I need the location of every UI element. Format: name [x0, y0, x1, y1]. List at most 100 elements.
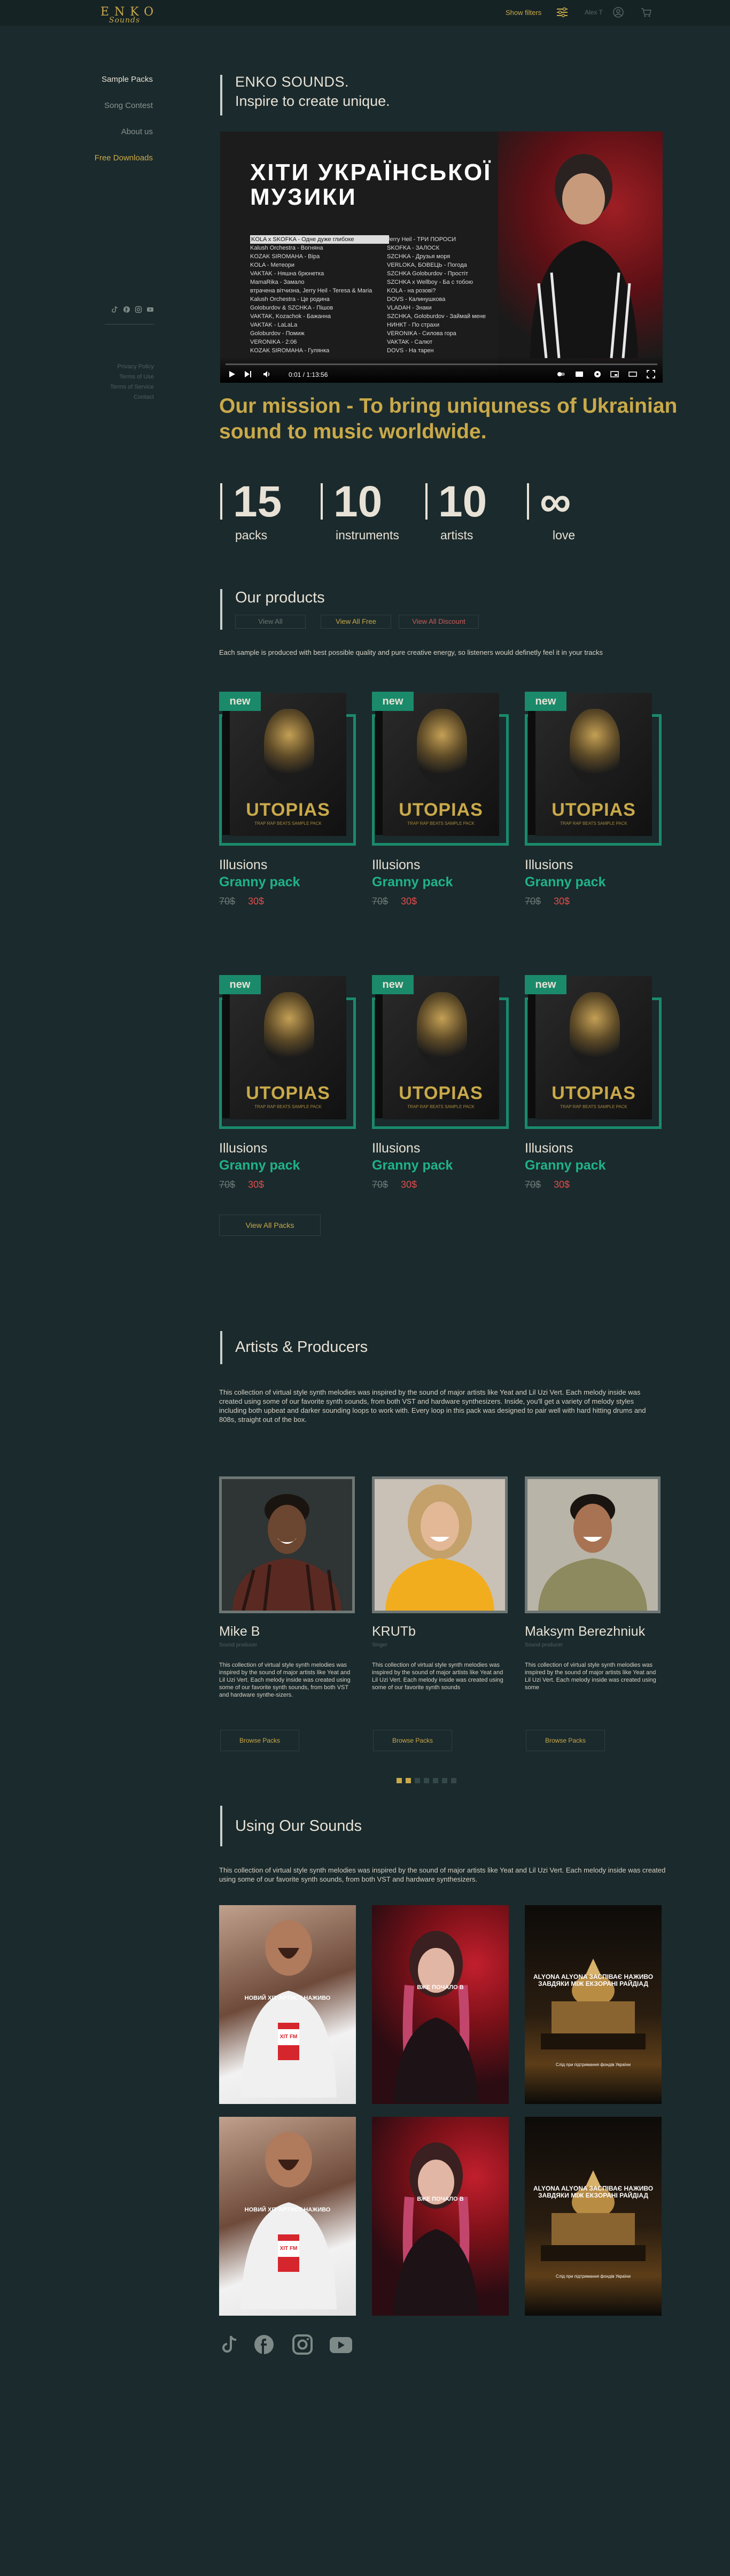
- youtube-icon[interactable]: [146, 306, 154, 313]
- sidebar-item-free-downloads[interactable]: Free Downloads: [0, 153, 153, 163]
- usage-video[interactable]: ВЖЕ ПОЧАЛО В: [372, 1905, 509, 2104]
- product-card[interactable]: UTOPIAS TRAP RAP BEATS SAMPLE PACK new Illu…: [372, 677, 509, 928]
- sidebar-social: [106, 306, 154, 318]
- product-name[interactable]: Illusions: [219, 1141, 267, 1156]
- pack-cover[interactable]: UTOPIAS TRAP RAP BEATS SAMPLE PACK: [375, 693, 499, 836]
- sidebar-item-sample-packs[interactable]: Sample Packs: [0, 75, 153, 84]
- product-card[interactable]: UTOPIAS TRAP RAP BEATS SAMPLE PACK new Illu…: [525, 677, 662, 928]
- pack-cover[interactable]: UTOPIAS TRAP RAP BEATS SAMPLE PACK: [375, 976, 499, 1119]
- product-name[interactable]: Illusions: [525, 1141, 573, 1156]
- product-name[interactable]: Illusions: [372, 1141, 420, 1156]
- track-line: SZCHKA Goloburdov - Простіт: [387, 270, 468, 277]
- singer-figure: [240, 1920, 337, 2098]
- artist-photo[interactable]: [525, 1476, 661, 1613]
- track-line: SZCHKA - Друзья моря: [387, 253, 451, 260]
- artist-photo[interactable]: [219, 1476, 355, 1613]
- stat-artists: 10 artists: [425, 478, 516, 542]
- user-icon[interactable]: [612, 6, 624, 18]
- fullscreen-icon[interactable]: [647, 370, 655, 378]
- browse-packs-button[interactable]: Browse Packs: [526, 1730, 605, 1751]
- pack-cover-title: UTOPIAS: [399, 1083, 483, 1103]
- sale-price: 30$: [401, 1179, 417, 1190]
- mission-statement: Our mission - To bring uniquness of Ukra…: [219, 394, 678, 443]
- next-icon[interactable]: [244, 370, 252, 378]
- facebook-icon[interactable]: [123, 306, 130, 313]
- video-player[interactable]: ХІТИ УКРАЇНСЬКОЇ МУЗИКИ KOLA x SKOFKA - …: [220, 131, 663, 383]
- cart-icon[interactable]: [640, 6, 652, 18]
- usage-video[interactable]: НОВИЙ ХІТ АРТИСТ НАЖИВО ХІТ FM: [219, 1905, 356, 2104]
- carousel-dots: [397, 1778, 487, 1783]
- carousel-dot[interactable]: [451, 1778, 456, 1783]
- product-name[interactable]: Illusions: [219, 857, 267, 873]
- pack-cover-side: [375, 698, 383, 835]
- view-all-packs-button[interactable]: View All Packs: [219, 1214, 321, 1236]
- singer-figure: [240, 2132, 337, 2309]
- usage-video[interactable]: ВЖЕ ПОЧАЛО В: [372, 2117, 509, 2316]
- pack-cover[interactable]: UTOPIAS TRAP RAP BEATS SAMPLE PACK: [222, 693, 346, 836]
- product-card[interactable]: UTOPIAS TRAP RAP BEATS SAMPLE PACK new Illu…: [219, 677, 356, 928]
- tiktok-icon[interactable]: [111, 306, 119, 313]
- autoplay-icon[interactable]: [557, 370, 565, 378]
- products-accent-bar: [220, 589, 222, 630]
- tab-view-all[interactable]: View All: [235, 615, 306, 629]
- stat-instruments: 10 instruments: [321, 478, 411, 542]
- tab-view-all-free[interactable]: View All Free: [321, 615, 391, 629]
- carousel-dot[interactable]: [424, 1778, 429, 1783]
- show-filters-button[interactable]: Show filters: [506, 9, 541, 17]
- artist-photo[interactable]: [372, 1476, 508, 1613]
- carousel-dot[interactable]: [406, 1778, 411, 1783]
- youtube-icon[interactable]: [329, 2336, 353, 2354]
- privacy-policy-link[interactable]: Privacy Policy: [80, 363, 154, 370]
- theater-icon[interactable]: [628, 370, 637, 378]
- usage-video[interactable]: ALYONA ALYONA ЗАСПІВАЄ НАЖИВО ЗАВДЯКИ МІ…: [525, 2117, 662, 2316]
- enko-logo[interactable]: ENKO Sounds: [98, 4, 153, 25]
- video-tracklist-right: Jerry Heil - ТРИ ПОРОСИ SKOFKA - ЗАЛОСК …: [387, 235, 504, 355]
- carousel-dot[interactable]: [442, 1778, 447, 1783]
- settings-icon[interactable]: [593, 370, 602, 378]
- browse-packs-button[interactable]: Browse Packs: [220, 1730, 299, 1751]
- pack-cover[interactable]: UTOPIAS TRAP RAP BEATS SAMPLE PACK: [222, 976, 346, 1119]
- user-name[interactable]: Alex T: [585, 9, 603, 16]
- volume-icon[interactable]: [263, 370, 271, 378]
- play-icon[interactable]: [228, 370, 236, 378]
- product-card[interactable]: UTOPIAS TRAP RAP BEATS SAMPLE PACK new Illu…: [372, 960, 509, 1211]
- sidebar-item-song-contest[interactable]: Song Contest: [0, 101, 153, 111]
- sale-price: 30$: [401, 896, 417, 907]
- carousel-dot[interactable]: [397, 1778, 402, 1783]
- tiktok-icon[interactable]: [219, 2334, 239, 2354]
- stat-love: ∞ love: [527, 478, 618, 542]
- usage-video[interactable]: НОВИЙ ХІТ АРТИСТ НАЖИВО ХІТ FM: [219, 2117, 356, 2316]
- track-line: VAKTAK - Салют: [387, 339, 433, 345]
- carousel-dot[interactable]: [415, 1778, 420, 1783]
- sidebar-item-about-us[interactable]: About us: [0, 127, 153, 137]
- browse-packs-button[interactable]: Browse Packs: [373, 1730, 452, 1751]
- hero-subtitle: Inspire to create unique.: [235, 93, 390, 109]
- usage-video[interactable]: ALYONA ALYONA ЗАСПІВАЄ НАЖИВО ЗАВДЯКИ МІ…: [525, 1905, 662, 2104]
- filter-icon[interactable]: [556, 7, 569, 18]
- terms-of-use-link[interactable]: Terms of Use: [80, 374, 154, 380]
- products-title: Our products: [235, 589, 325, 606]
- instagram-icon[interactable]: [292, 2334, 313, 2355]
- product-card[interactable]: UTOPIAS TRAP RAP BEATS SAMPLE PACK new Illu…: [219, 960, 356, 1211]
- carousel-dot[interactable]: [433, 1778, 438, 1783]
- singer-figure: [393, 2142, 479, 2315]
- track-line: KOLA - Метеори: [250, 262, 294, 268]
- contact-link[interactable]: Contact: [80, 394, 154, 400]
- pack-cover-title: UTOPIAS: [552, 800, 636, 820]
- subtitles-icon[interactable]: [575, 370, 584, 378]
- product-name[interactable]: Illusions: [525, 857, 573, 873]
- pack-cover-side: [222, 698, 230, 835]
- singer-figure: [393, 1931, 479, 2103]
- terms-of-service-link[interactable]: Terms of Service: [80, 384, 154, 390]
- product-name[interactable]: Illusions: [372, 857, 420, 873]
- product-card[interactable]: UTOPIAS TRAP RAP BEATS SAMPLE PACK new Illu…: [525, 960, 662, 1211]
- track-line: KOLA - на розові?: [387, 288, 436, 294]
- miniplayer-icon[interactable]: [610, 370, 619, 378]
- stat-label: artists: [440, 528, 473, 542]
- facebook-icon[interactable]: [253, 2334, 275, 2355]
- instagram-icon[interactable]: [135, 306, 142, 313]
- video-progress[interactable]: [226, 363, 657, 365]
- tab-view-all-discount[interactable]: View All Discount: [399, 615, 479, 629]
- pack-cover[interactable]: UTOPIAS TRAP RAP BEATS SAMPLE PACK: [528, 693, 652, 836]
- pack-cover[interactable]: UTOPIAS TRAP RAP BEATS SAMPLE PACK: [528, 976, 652, 1119]
